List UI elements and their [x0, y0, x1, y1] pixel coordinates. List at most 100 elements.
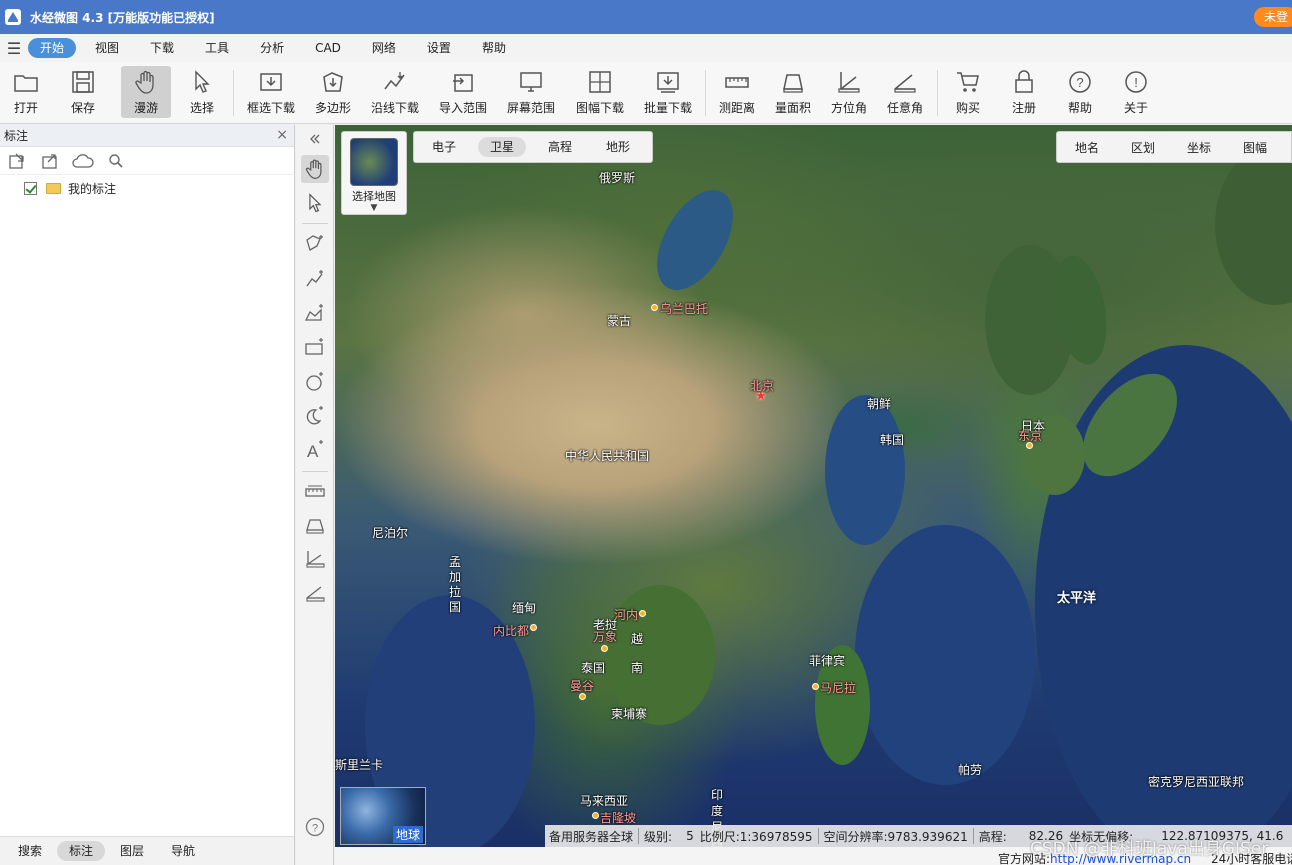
polyline-tool-icon[interactable]: [301, 265, 329, 293]
hamburger-menu-icon[interactable]: ☰: [0, 39, 28, 58]
city-marker[interactable]: [579, 693, 586, 700]
tab-sheets[interactable]: 图幅: [1231, 139, 1279, 156]
open-button[interactable]: 打开: [6, 66, 46, 118]
tab-navigation[interactable]: 导航: [159, 841, 207, 861]
tab-elevation[interactable]: 高程: [536, 137, 584, 157]
status-divider: [638, 828, 640, 844]
menu-bar: ☰ 开始 视图 下载 工具 分析 CAD 网络 设置 帮助: [0, 34, 1292, 62]
tree-item-my-annotations[interactable]: 我的标注: [0, 178, 294, 198]
import-range-button[interactable]: 导入范围: [434, 66, 492, 118]
import-annotation-icon[interactable]: [0, 152, 33, 170]
city-ulaanbaatar[interactable]: 乌兰巴托: [660, 300, 708, 317]
register-button[interactable]: 注册: [1004, 66, 1044, 118]
panel-title: 标注: [4, 129, 29, 143]
buy-button[interactable]: 购买: [948, 66, 988, 118]
help-icon[interactable]: ?: [301, 813, 329, 841]
panel-bottom-tabs: 搜索 标注 图层 导航: [0, 836, 294, 865]
polygon-tool-icon[interactable]: [301, 299, 329, 327]
screen-range-button[interactable]: 屏幕范围: [503, 66, 559, 118]
city-marker[interactable]: [530, 624, 537, 631]
label-palau: 帕劳: [958, 763, 983, 777]
city-bangkok[interactable]: 曼谷: [570, 677, 594, 694]
city-naypyidaw[interactable]: 内比都: [493, 622, 529, 639]
menu-start[interactable]: 开始: [28, 38, 77, 58]
measure-distance-button[interactable]: 测距离: [715, 66, 759, 118]
label-vietnam: 越南: [631, 632, 644, 675]
city-vientiane[interactable]: 万象: [593, 628, 617, 645]
label-malaysia: 马来西亚: [580, 794, 629, 808]
azimuth-tool-icon[interactable]: [301, 545, 329, 573]
map-switcher[interactable]: 选择地图 ▼: [341, 131, 407, 215]
line-download-button[interactable]: 沿线下载: [367, 66, 423, 118]
tab-coordinates[interactable]: 坐标: [1175, 139, 1223, 156]
close-icon[interactable]: ×: [276, 127, 288, 143]
pan-tool-icon[interactable]: [301, 155, 329, 183]
city-marker[interactable]: [592, 812, 599, 819]
rectangle-tool-icon[interactable]: [301, 333, 329, 361]
tree-checkbox[interactable]: [24, 181, 37, 195]
select-tool-icon[interactable]: [301, 189, 329, 217]
label-thailand: 泰国: [581, 661, 606, 675]
map-thumbnail[interactable]: [350, 138, 398, 186]
text-tool-icon[interactable]: A: [301, 435, 329, 463]
help-button[interactable]: ? 帮助: [1060, 66, 1100, 118]
city-marker[interactable]: [639, 610, 646, 617]
measure-distance-tool-icon[interactable]: [301, 477, 329, 505]
city-tokyo[interactable]: 东京: [1018, 427, 1042, 444]
sheet-download-button[interactable]: 图幅下载: [568, 66, 632, 118]
polygon-button[interactable]: 多边形: [310, 66, 356, 118]
city-marker[interactable]: [601, 645, 608, 652]
city-beijing[interactable]: 北京: [750, 377, 774, 394]
select-button[interactable]: 选择: [180, 66, 224, 118]
lock-icon: [1015, 70, 1033, 93]
tab-place-names[interactable]: 地名: [1063, 139, 1111, 156]
tab-annotation[interactable]: 标注: [57, 841, 106, 861]
tab-terrain[interactable]: 地形: [594, 137, 642, 157]
city-marker[interactable]: [812, 683, 819, 690]
menu-download[interactable]: 下载: [138, 38, 186, 58]
tab-satellite[interactable]: 卫星: [478, 137, 526, 157]
export-annotation-icon[interactable]: [33, 152, 66, 170]
measure-area-button[interactable]: 量面积: [771, 66, 815, 118]
tab-boundaries[interactable]: 区划: [1119, 139, 1167, 156]
menu-tools[interactable]: 工具: [193, 38, 241, 58]
tab-layers[interactable]: 图层: [108, 841, 156, 861]
city-hanoi[interactable]: 河内: [614, 606, 638, 623]
ruler-icon: [725, 77, 749, 88]
circle-tool-icon[interactable]: [301, 367, 329, 395]
globe-minimap[interactable]: 地球: [340, 787, 426, 845]
pan-button[interactable]: 漫游: [121, 66, 171, 118]
angle-tool-icon[interactable]: [301, 579, 329, 607]
question-circle-icon: ?: [1069, 71, 1091, 93]
measure-area-tool-icon[interactable]: [301, 511, 329, 539]
azimuth-button[interactable]: 方位角: [827, 66, 871, 118]
city-marker[interactable]: [651, 304, 658, 311]
city-kuala-lumpur[interactable]: 吉隆坡: [600, 809, 636, 826]
tab-search[interactable]: 搜索: [6, 841, 54, 861]
map-view[interactable]: 俄罗斯 蒙古 中华人民共和国 朝鲜 韩国 日本 尼泊尔 孟加拉国 缅甸 老挝 越…: [335, 125, 1292, 847]
batch-download-button[interactable]: 批量下载: [640, 66, 696, 118]
menu-cad[interactable]: CAD: [303, 38, 353, 58]
sector-tool-icon[interactable]: [301, 401, 329, 429]
collapse-panel-icon[interactable]: [301, 129, 329, 149]
box-download-button[interactable]: 框选下载: [243, 66, 299, 118]
label-sri-lanka: 斯里兰卡: [335, 758, 384, 772]
search-icon[interactable]: [99, 153, 132, 169]
chevron-down-icon[interactable]: ▼: [342, 204, 406, 213]
menu-analysis[interactable]: 分析: [248, 38, 296, 58]
tab-electronic[interactable]: 电子: [420, 137, 468, 157]
folder-icon: [46, 182, 61, 194]
menu-help[interactable]: 帮助: [470, 38, 518, 58]
any-angle-button[interactable]: 任意角: [883, 66, 927, 118]
about-button[interactable]: ! 关于: [1116, 66, 1156, 118]
overlay-tabs: 地名 区划 坐标 图幅: [1056, 131, 1292, 163]
cloud-icon[interactable]: [66, 152, 99, 170]
save-button[interactable]: 保存: [62, 66, 104, 118]
menu-network[interactable]: 网络: [360, 38, 408, 58]
menu-view[interactable]: 视图: [83, 38, 131, 58]
city-manila[interactable]: 马尼拉: [820, 679, 856, 696]
menu-settings[interactable]: 设置: [415, 38, 463, 58]
point-marker-icon[interactable]: [301, 229, 329, 257]
login-button[interactable]: 未登: [1253, 7, 1292, 27]
globe-label[interactable]: 地球: [392, 826, 423, 843]
